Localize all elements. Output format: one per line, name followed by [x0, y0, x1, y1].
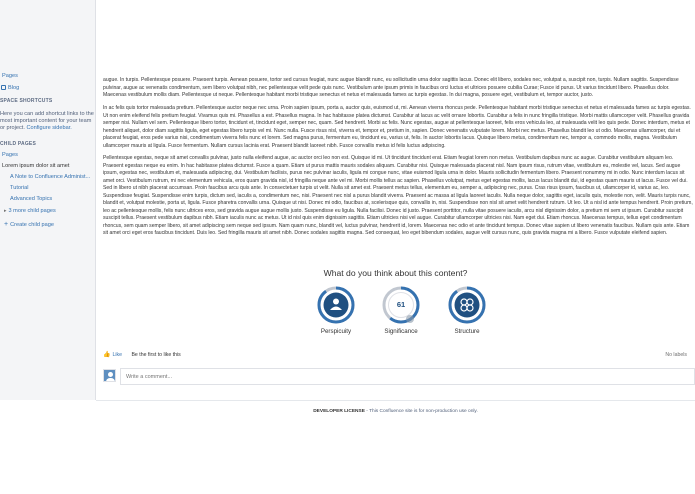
sidebar-pages-link[interactable]: Pages	[2, 73, 18, 80]
rating-perspicuity[interactable]: Perspicuity	[314, 285, 358, 335]
like-row: 👍 Like Be the first to like this No label…	[103, 349, 693, 361]
sidebar-item-advanced-topics[interactable]: Advanced Topics	[10, 196, 52, 203]
sidebar-item-lorem-ipsum[interactable]: Lorem ipsum dolor sit amet	[2, 163, 69, 170]
user-head	[108, 372, 113, 377]
body-paragraph-2: In ac felis quis tortor malesuada pretiu…	[103, 105, 691, 149]
rating-significance[interactable]: 61 Significance	[379, 285, 423, 335]
structure-label: Structure	[454, 328, 480, 335]
footer-divider	[96, 400, 695, 401]
sidebar-child-pages-link[interactable]: Pages	[2, 152, 18, 159]
child-pages-heading: CHILD PAGES	[0, 141, 36, 147]
sidebar: Pages Blog SPACE SHORTCUTS Here you can …	[0, 0, 95, 400]
license-label: DEVELOPER LICENSE	[313, 409, 365, 414]
be-first-to-like-text: Be the first to like this	[131, 352, 181, 358]
plus-icon: +	[4, 221, 9, 228]
comment-input[interactable]	[120, 368, 695, 385]
configure-sidebar-link[interactable]: Configure sidebar.	[26, 125, 71, 131]
comment-row	[103, 368, 695, 386]
shortcuts-text-2: most important content for your team	[0, 118, 92, 124]
blog-icon	[1, 85, 6, 90]
sidebar-blog-link[interactable]: Blog	[1, 85, 19, 92]
license-text: - This Confluence site is for non-produc…	[364, 409, 478, 414]
sidebar-item-tutorial[interactable]: Tutorial	[10, 185, 28, 192]
like-button[interactable]: 👍 Like	[103, 352, 122, 358]
shortcuts-text-1: Here you can add shortcut links to the	[0, 111, 94, 117]
significance-value: 61	[396, 300, 406, 309]
body-paragraph-1: augue. In turpis. Pellentesque posuere. …	[103, 77, 679, 98]
perspicuity-ring	[317, 286, 355, 324]
sidebar-more-child-pages[interactable]: ▸ 3 more child pages	[4, 208, 56, 215]
perspicuity-label: Perspicuity	[320, 328, 352, 335]
structure-ring	[448, 286, 486, 324]
footer: DEVELOPER LICENSE - This Confluence site…	[96, 409, 695, 414]
chevron-right-icon: ▸	[4, 208, 7, 214]
main-content: augue. In turpis. Pellentesque posuere. …	[96, 0, 695, 400]
body-paragraph-3: Pellentesque egestas, neque sit amet con…	[103, 155, 693, 238]
space-shortcuts-heading: SPACE SHORTCUTS	[0, 98, 53, 104]
sidebar-item-note-admin[interactable]: A Note to Confluence Administ...	[10, 174, 90, 181]
shortcuts-text-3: or project. Configure sidebar.	[0, 125, 72, 131]
rating-question: What do you think about this content?	[323, 268, 468, 278]
rating-structure[interactable]: Structure	[445, 285, 489, 335]
create-child-page-link[interactable]: + Create child page	[4, 221, 54, 229]
significance-label: Significance	[384, 328, 418, 335]
avatar	[103, 369, 116, 382]
thumbs-up-icon: 👍	[103, 352, 111, 358]
no-labels-text: No labels	[665, 352, 687, 358]
mouse-cursor-icon	[406, 315, 414, 323]
person-icon	[333, 298, 339, 305]
user-body	[106, 378, 115, 381]
